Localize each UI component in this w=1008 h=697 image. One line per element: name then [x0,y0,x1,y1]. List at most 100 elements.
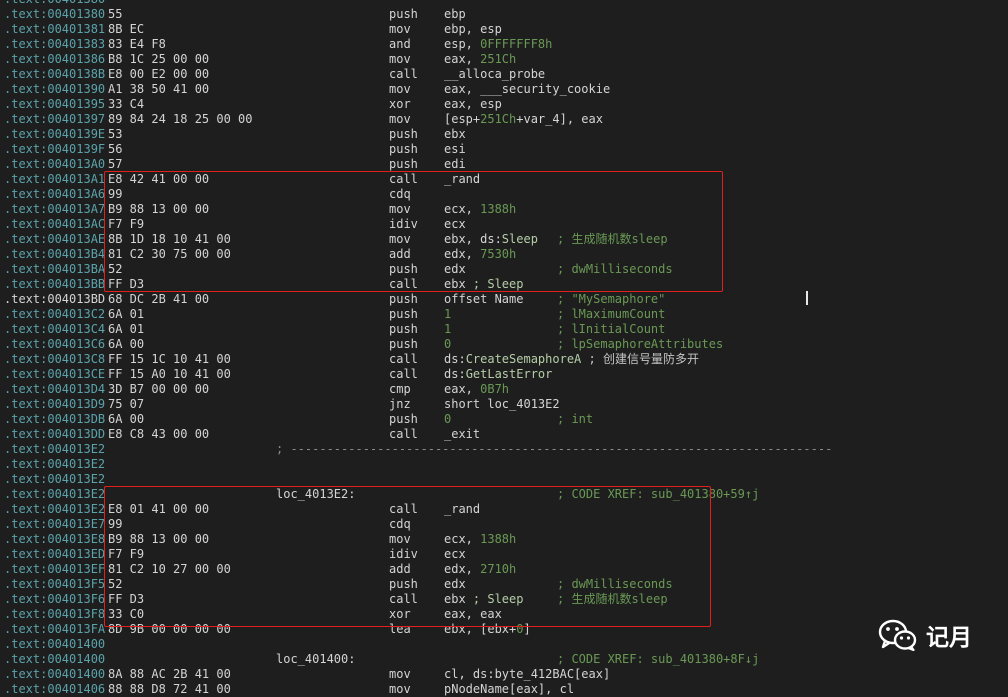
instruction-operands[interactable]: edi [444,157,466,172]
line-address[interactable]: .text:004013A1 [4,172,105,187]
operand-token[interactable]: ebp [444,7,466,21]
operand-token[interactable]: eax, ___security_cookie [444,82,610,96]
code-line[interactable]: .text:00401383 83 E4 F8 and esp, 0FFFFFFF8h [0,37,1008,52]
line-address[interactable]: .text:004013CE [4,367,105,382]
instruction-mnemonic[interactable]: push [389,337,418,352]
operand-token[interactable]: 1 [444,307,451,321]
line-address[interactable]: .text:00401380 [4,7,105,22]
line-address[interactable]: .text:004013BA [4,262,105,277]
instruction-mnemonic[interactable]: cmp [389,382,411,397]
code-line[interactable]: .text:00401400 loc_401400: ; CODE XREF: su… [0,652,1008,667]
instruction-mnemonic[interactable]: push [389,142,418,157]
instruction-operands[interactable]: ebp, esp [444,22,502,37]
operand-token[interactable]: [esp+ [444,112,480,126]
line-address[interactable]: .text:004013C4 [4,322,105,337]
opcode-bytes[interactable]: 89 84 24 18 25 00 00 [108,112,253,127]
line-address[interactable]: .text:00401381 [4,22,105,37]
opcode-bytes[interactable]: 8A 88 AC 2B 41 00 [108,667,231,682]
line-address[interactable]: .text:004013EF [4,562,105,577]
operand-token[interactable]: 251Ch [480,112,516,126]
line-address[interactable]: .text:004013BD [4,292,105,307]
line-address[interactable]: .text:00401397 [4,112,105,127]
opcode-bytes[interactable]: 68 DC 2B 41 00 [108,292,209,307]
code-line[interactable]: .text:004013A0 57 push edi [0,157,1008,172]
opcode-bytes[interactable]: 83 E4 F8 [108,37,166,52]
operand-token[interactable]: eax, esp [444,97,502,111]
instruction-mnemonic[interactable]: mov [389,667,411,682]
opcode-bytes[interactable]: B8 1C 25 00 00 [108,52,209,67]
operand-token[interactable]: +var_4], eax [516,112,603,126]
instruction-mnemonic[interactable]: call [389,67,418,82]
code-line[interactable]: .text:0040138B E8 00 E2 00 00 call __alloca… [0,67,1008,82]
instruction-mnemonic[interactable]: push [389,412,418,427]
code-line[interactable]: .text:004013BD 68 DC 2B 41 00 push offset N… [0,292,1008,307]
instruction-mnemonic[interactable]: mov [389,22,411,37]
instruction-mnemonic[interactable]: and [389,37,411,52]
instruction-mnemonic[interactable]: push [389,322,418,337]
code-line[interactable]: .text:004013C2 6A 01 push 1 ; lMaximumCount [0,307,1008,322]
code-line[interactable]: .text:00401390 A1 38 50 41 00 mov eax, ___s… [0,82,1008,97]
line-address[interactable]: .text:004013B4 [4,247,105,262]
instruction-mnemonic[interactable]: push [389,127,418,142]
line-address[interactable]: .text:004013E2 [4,487,105,502]
operand-token[interactable]: esp, [444,37,480,51]
opcode-bytes[interactable]: E8 C8 43 00 00 [108,427,209,442]
code-line[interactable]: .text:0040139E 53 push ebx [0,127,1008,142]
line-address[interactable]: .text:004013E2 [4,457,105,472]
line-address[interactable]: .text:004013E7 [4,517,105,532]
line-comment[interactable]: ; CODE XREF: sub_401380+8F↓j [557,652,759,667]
operand-token[interactable]: ; 创建信号量防多开 [581,352,699,366]
instruction-mnemonic[interactable]: mov [389,112,411,127]
opcode-bytes[interactable]: 88 88 D8 72 41 00 [108,682,231,697]
instruction-operands[interactable]: eax, esp [444,97,502,112]
operand-token[interactable]: offset Name [444,292,523,306]
instruction-operands[interactable]: esp, 0FFFFFFF8h [444,37,552,52]
instruction-operands[interactable]: ds:CreateSemaphoreA ; 创建信号量防多开 [444,352,699,367]
line-address[interactable]: .text:0040138B [4,67,105,82]
opcode-bytes[interactable]: 6A 00 [108,412,144,427]
line-address[interactable]: .text:004013D9 [4,397,105,412]
line-comment[interactable]: ; int [557,412,593,427]
code-line[interactable]: .text:00401386 B8 1C 25 00 00 mov eax, 251C… [0,52,1008,67]
code-line[interactable]: .text:004013D4 3D B7 00 00 00 cmp eax, 0B7h [0,382,1008,397]
code-line[interactable]: .text:00401380 [0,0,1008,7]
instruction-mnemonic[interactable]: call [389,427,418,442]
line-address[interactable]: .text:00401395 [4,97,105,112]
instruction-operands[interactable]: [esp+251Ch+var_4], eax [444,112,603,127]
instruction-operands[interactable]: eax, 251Ch [444,52,516,67]
line-address[interactable]: .text:004013F6 [4,592,105,607]
operand-token[interactable]: 1 [444,322,451,336]
instruction-mnemonic[interactable]: push [389,292,418,307]
code-line[interactable]: .text:004013E2 [0,472,1008,487]
line-address[interactable]: .text:00401400 [4,652,105,667]
instruction-operands[interactable]: pNodeName[eax], cl [444,682,574,697]
line-address[interactable]: .text:004013E2 [4,502,105,517]
instruction-mnemonic[interactable]: mov [389,82,411,97]
line-address[interactable]: .text:00401380 [4,0,105,7]
line-address[interactable]: .text:004013C2 [4,307,105,322]
opcode-bytes[interactable]: 55 [108,7,122,22]
instruction-operands[interactable]: cl, ds:byte_412BAC[eax] [444,667,610,682]
code-line[interactable]: .text:004013C4 6A 01 push 1 ; lInitialCount [0,322,1008,337]
line-address[interactable]: .text:004013C8 [4,352,105,367]
operand-token[interactable]: CreateSemaphoreA [466,352,582,366]
operand-token[interactable]: ebp, esp [444,22,502,36]
operand-token[interactable]: pNodeName[eax], cl [444,682,574,696]
instruction-operands[interactable]: ds:GetLastError [444,367,552,382]
opcode-bytes[interactable]: FF 15 A0 10 41 00 [108,367,231,382]
line-comment[interactable]: ; lpSemaphoreAttributes [557,337,723,352]
instruction-operands[interactable]: 1 [444,307,451,322]
line-address[interactable]: .text:004013C6 [4,337,105,352]
code-line[interactable]: .text:004013DD E8 C8 43 00 00 call _exit [0,427,1008,442]
line-address[interactable]: .text:004013DD [4,427,105,442]
code-line[interactable]: .text:00401397 89 84 24 18 25 00 00 mov [es… [0,112,1008,127]
opcode-bytes[interactable]: 8B EC [108,22,144,37]
line-address[interactable]: .text:004013E2 [4,442,105,457]
instruction-operands[interactable]: __alloca_probe [444,67,545,82]
instruction-operands[interactable]: 0 [444,412,451,427]
opcode-bytes[interactable]: 33 C4 [108,97,144,112]
instruction-operands[interactable]: short loc_4013E2 [444,397,560,412]
line-address[interactable]: .text:004013A6 [4,187,105,202]
opcode-bytes[interactable]: 75 07 [108,397,144,412]
line-address[interactable]: .text:004013E2 [4,472,105,487]
